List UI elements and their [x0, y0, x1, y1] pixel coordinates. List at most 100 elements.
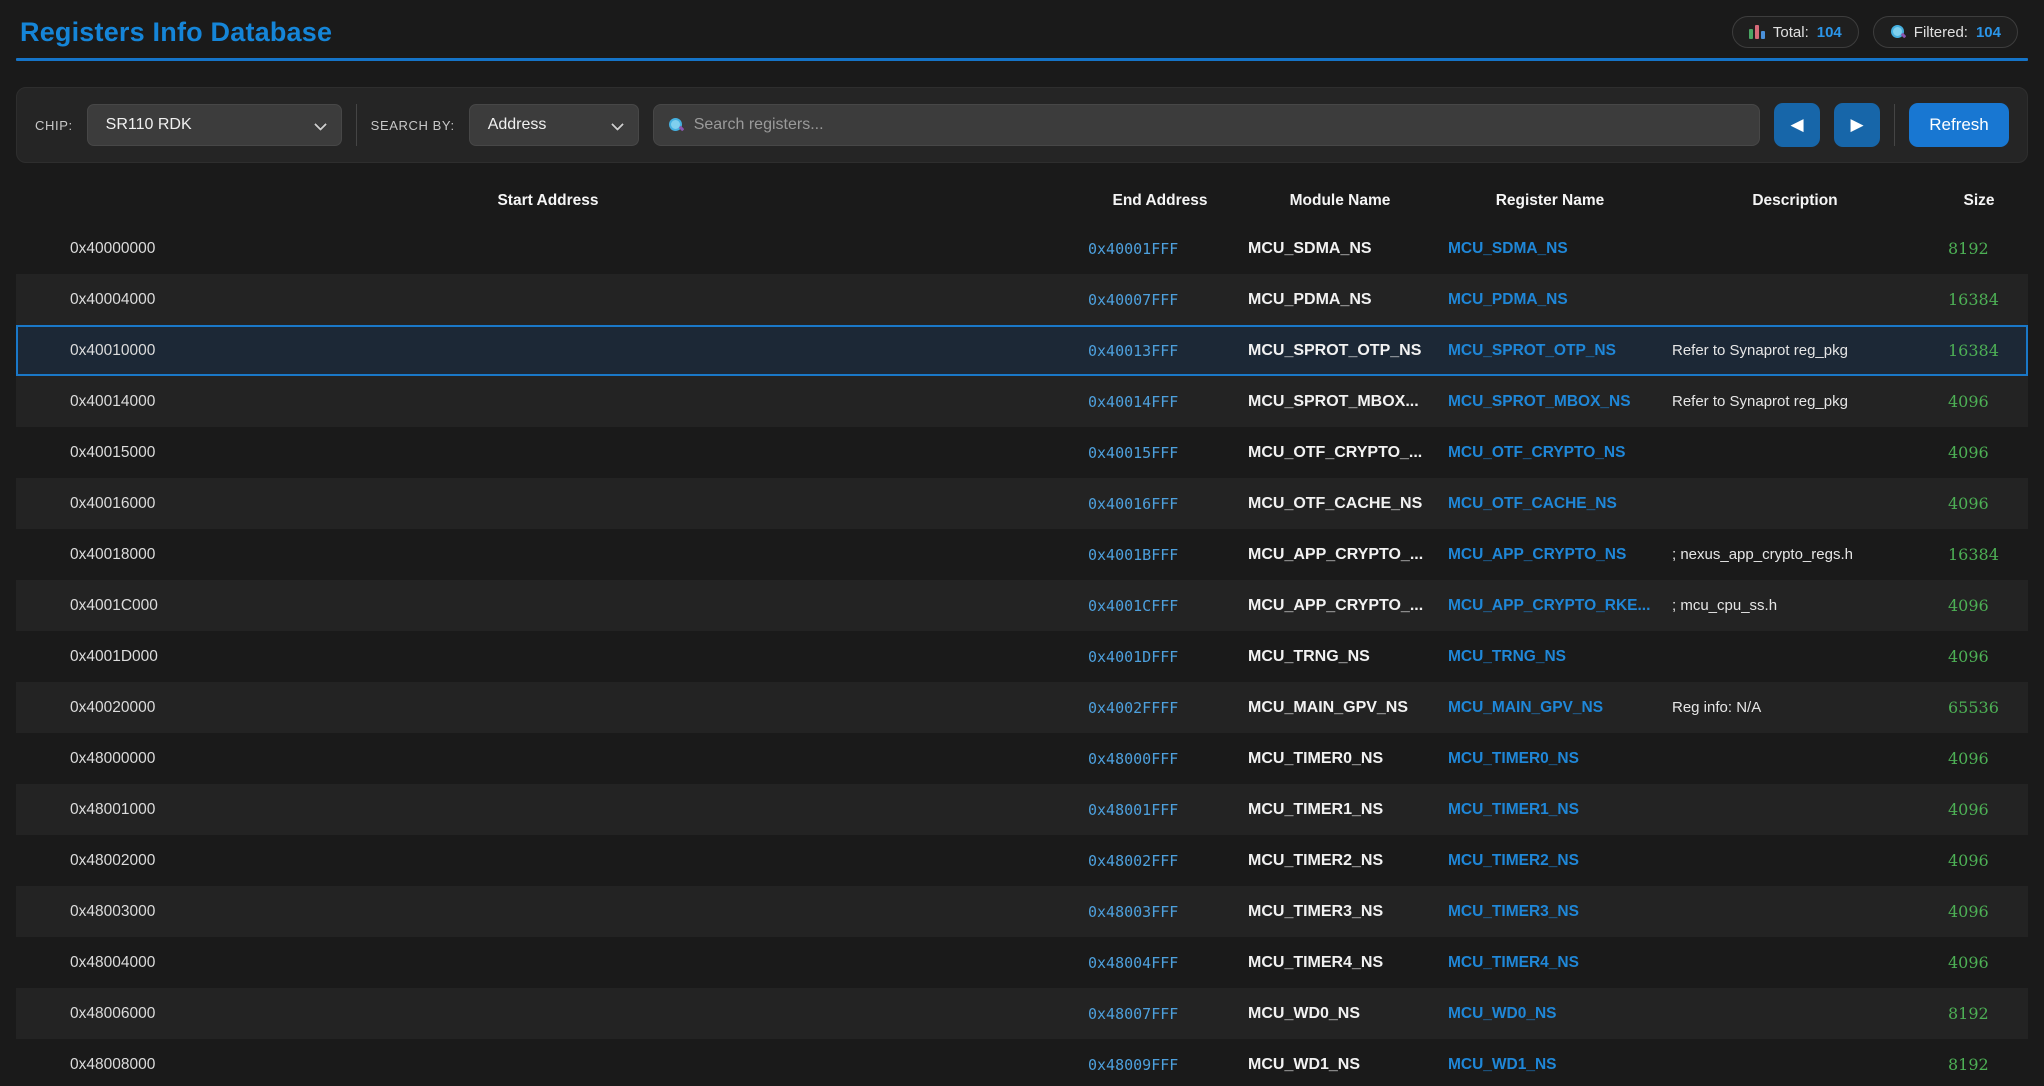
start-address-cell: 0x48004000: [16, 954, 1080, 972]
toolbar-divider: [356, 104, 357, 146]
register-name-link[interactable]: MCU_SDMA_NS: [1440, 240, 1660, 258]
table-row[interactable]: 0x40015000 0x40015FFF MCU_OTF_CRYPTO_...…: [16, 427, 2028, 478]
table-row[interactable]: 0x48004000 0x48004FFF MCU_TIMER4_NS MCU_…: [16, 937, 2028, 988]
table-body: 0x40000000 0x40001FFF MCU_SDMA_NS MCU_SD…: [16, 223, 2028, 1086]
register-name-link[interactable]: MCU_MAIN_GPV_NS: [1440, 699, 1660, 717]
start-address-cell: 0x48000000: [16, 750, 1080, 768]
search-by-select[interactable]: Address: [469, 104, 639, 146]
next-button[interactable]: ▶: [1834, 103, 1880, 147]
column-header-register-name: Register Name: [1440, 192, 1660, 210]
register-name-link[interactable]: MCU_TIMER4_NS: [1440, 954, 1660, 972]
table-row[interactable]: 0x48006000 0x48007FFF MCU_WD0_NS MCU_WD0…: [16, 988, 2028, 1039]
table-row[interactable]: 0x48003000 0x48003FFF MCU_TIMER3_NS MCU_…: [16, 886, 2028, 937]
table-row[interactable]: 0x40000000 0x40001FFF MCU_SDMA_NS MCU_SD…: [16, 223, 2028, 274]
registers-table: Start Address End Address Module Name Re…: [16, 179, 2028, 1086]
table-row[interactable]: 0x40018000 0x4001BFFF MCU_APP_CRYPTO_...…: [16, 529, 2028, 580]
table-row[interactable]: 0x48000000 0x48000FFF MCU_TIMER0_NS MCU_…: [16, 733, 2028, 784]
register-name-link[interactable]: MCU_WD1_NS: [1440, 1056, 1660, 1074]
refresh-button[interactable]: Refresh: [1909, 103, 2009, 147]
start-address-cell: 0x48003000: [16, 903, 1080, 921]
search-input[interactable]: [694, 116, 1745, 134]
table-row[interactable]: 0x48002000 0x48002FFF MCU_TIMER2_NS MCU_…: [16, 835, 2028, 886]
table-row[interactable]: 0x4001C000 0x4001CFFF MCU_APP_CRYPTO_...…: [16, 580, 2028, 631]
size-cell: 8192: [1930, 1055, 2028, 1074]
register-name-link[interactable]: MCU_APP_CRYPTO_NS: [1440, 546, 1660, 564]
description-cell: ; nexus_app_crypto_regs.h: [1660, 546, 1930, 563]
start-address-cell: 0x40015000: [16, 444, 1080, 462]
table-row[interactable]: 0x40004000 0x40007FFF MCU_PDMA_NS MCU_PD…: [16, 274, 2028, 325]
column-header-description: Description: [1660, 192, 1930, 210]
chip-select-value: SR110 RDK: [106, 116, 192, 134]
table-row[interactable]: 0x40010000 0x40013FFF MCU_SPROT_OTP_NS M…: [16, 325, 2028, 376]
chip-select[interactable]: SR110 RDK: [87, 104, 342, 146]
register-name-link[interactable]: MCU_TIMER2_NS: [1440, 852, 1660, 870]
search-box[interactable]: [653, 104, 1760, 146]
chip-label: CHIP:: [35, 118, 73, 133]
toolbar-divider: [1894, 104, 1895, 146]
filtered-value: 104: [1976, 24, 2001, 41]
register-name-link[interactable]: MCU_OTF_CRYPTO_NS: [1440, 444, 1660, 462]
end-address-cell: 0x4001BFFF: [1080, 546, 1240, 564]
start-address-cell: 0x4001C000: [16, 597, 1080, 615]
end-address-cell: 0x40001FFF: [1080, 240, 1240, 258]
size-cell: 4096: [1930, 749, 2028, 768]
table-row[interactable]: 0x4001D000 0x4001DFFF MCU_TRNG_NS MCU_TR…: [16, 631, 2028, 682]
table-row[interactable]: 0x40014000 0x40014FFF MCU_SPROT_MBOX... …: [16, 376, 2028, 427]
size-cell: 4096: [1930, 494, 2028, 513]
register-name-link[interactable]: MCU_PDMA_NS: [1440, 291, 1660, 309]
size-cell: 4096: [1930, 851, 2028, 870]
register-name-link[interactable]: MCU_SPROT_OTP_NS: [1440, 342, 1660, 360]
size-cell: 4096: [1930, 596, 2028, 615]
search-icon: [668, 117, 684, 133]
end-address-cell: 0x48004FFF: [1080, 954, 1240, 972]
register-name-link[interactable]: MCU_APP_CRYPTO_RKE...: [1440, 597, 1660, 615]
column-header-module-name: Module Name: [1240, 192, 1440, 210]
module-name-cell: MCU_SPROT_MBOX...: [1240, 393, 1440, 411]
register-name-link[interactable]: MCU_WD0_NS: [1440, 1005, 1660, 1023]
bar-chart-icon: [1749, 25, 1765, 39]
filtered-badge: Filtered: 104: [1873, 16, 2018, 48]
size-cell: 8192: [1930, 1004, 2028, 1023]
register-name-link[interactable]: MCU_OTF_CACHE_NS: [1440, 495, 1660, 513]
filtered-label: Filtered:: [1914, 24, 1968, 41]
end-address-cell: 0x48009FFF: [1080, 1056, 1240, 1074]
table-row[interactable]: 0x40016000 0x40016FFF MCU_OTF_CACHE_NS M…: [16, 478, 2028, 529]
register-name-link[interactable]: MCU_SPROT_MBOX_NS: [1440, 393, 1660, 411]
description-cell: Reg info: N/A: [1660, 699, 1930, 716]
register-name-link[interactable]: MCU_TIMER1_NS: [1440, 801, 1660, 819]
size-cell: 8192: [1930, 239, 2028, 258]
start-address-cell: 0x40018000: [16, 546, 1080, 564]
module-name-cell: MCU_OTF_CACHE_NS: [1240, 495, 1440, 513]
module-name-cell: MCU_TIMER0_NS: [1240, 750, 1440, 768]
size-cell: 4096: [1930, 392, 2028, 411]
start-address-cell: 0x48001000: [16, 801, 1080, 819]
module-name-cell: MCU_PDMA_NS: [1240, 291, 1440, 309]
prev-button[interactable]: ◀: [1774, 103, 1820, 147]
start-address-cell: 0x4001D000: [16, 648, 1080, 666]
register-name-link[interactable]: MCU_TIMER3_NS: [1440, 903, 1660, 921]
column-header-end-address: End Address: [1080, 192, 1240, 210]
start-address-cell: 0x40004000: [16, 291, 1080, 309]
start-address-cell: 0x40016000: [16, 495, 1080, 513]
module-name-cell: MCU_APP_CRYPTO_...: [1240, 546, 1440, 564]
register-name-link[interactable]: MCU_TRNG_NS: [1440, 648, 1660, 666]
start-address-cell: 0x48006000: [16, 1005, 1080, 1023]
module-name-cell: MCU_TIMER3_NS: [1240, 903, 1440, 921]
table-row[interactable]: 0x40020000 0x4002FFFF MCU_MAIN_GPV_NS MC…: [16, 682, 2028, 733]
table-header-row: Start Address End Address Module Name Re…: [16, 179, 2028, 223]
end-address-cell: 0x40013FFF: [1080, 342, 1240, 360]
table-row[interactable]: 0x48008000 0x48009FFF MCU_WD1_NS MCU_WD1…: [16, 1039, 2028, 1086]
table-row[interactable]: 0x48001000 0x48001FFF MCU_TIMER1_NS MCU_…: [16, 784, 2028, 835]
header-badges: Total: 104 Filtered: 104: [1732, 16, 2018, 48]
module-name-cell: MCU_OTF_CRYPTO_...: [1240, 444, 1440, 462]
title-divider: [16, 58, 2028, 61]
module-name-cell: MCU_SDMA_NS: [1240, 240, 1440, 258]
end-address-cell: 0x4001CFFF: [1080, 597, 1240, 615]
end-address-cell: 0x48003FFF: [1080, 903, 1240, 921]
size-cell: 16384: [1930, 545, 2028, 564]
module-name-cell: MCU_TRNG_NS: [1240, 648, 1440, 666]
register-name-link[interactable]: MCU_TIMER0_NS: [1440, 750, 1660, 768]
page-title: Registers Info Database: [20, 17, 332, 48]
end-address-cell: 0x48007FFF: [1080, 1005, 1240, 1023]
total-badge: Total: 104: [1732, 16, 1859, 48]
